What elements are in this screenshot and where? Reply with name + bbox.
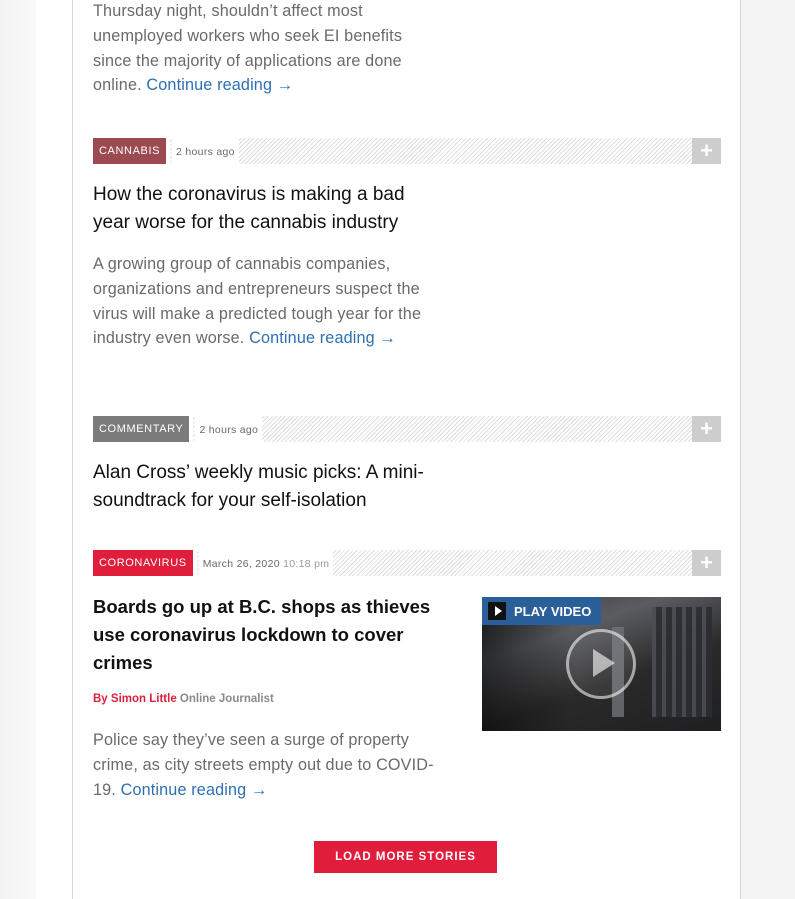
story-excerpt: Thursday night, shouldn’t affect most un…: [93, 2, 403, 95]
story-byline: By Simon Little Online Journalist: [93, 693, 274, 705]
continue-reading-link[interactable]: Continue reading →: [249, 329, 396, 347]
play-video-button[interactable]: PLAY VIDEO: [482, 597, 602, 625]
play-icon: [488, 602, 506, 620]
play-video-label: PLAY VIDEO: [514, 603, 592, 619]
byline-prefix: By: [93, 693, 108, 705]
author-link[interactable]: Simon Little: [111, 693, 177, 705]
continue-reading-link[interactable]: Continue reading →: [121, 781, 268, 799]
story-meta-bar: Coronavirus March 26, 2020 10:18 pm +: [93, 550, 721, 576]
author-role: Online Journalist: [179, 693, 274, 705]
story-headline[interactable]: Alan Cross’ weekly music picks: A mini-s…: [93, 459, 443, 515]
story-headline[interactable]: Boards go up at B.C. shops as thieves us…: [93, 593, 453, 677]
video-thumbnail[interactable]: PLAY VIDEO: [482, 597, 721, 731]
expand-plus-button[interactable]: +: [692, 416, 721, 442]
story-timestamp: March 26, 2020 10:18 pm: [198, 550, 334, 576]
load-more-stories-button[interactable]: Load more stories: [314, 841, 497, 873]
story-clock: 10:18 pm: [283, 558, 330, 570]
story-ei-benefits: Thursday night, shouldn’t affect most un…: [93, 0, 721, 98]
story-meta-bar: Commentary 2 hours ago +: [93, 416, 721, 442]
play-circle-icon[interactable]: [566, 629, 636, 699]
meta-hatch: 2 hours ago: [193, 416, 692, 442]
story-date: March 26, 2020: [202, 558, 280, 570]
page-gutter: [0, 0, 36, 899]
column-divider-left: [72, 0, 73, 899]
column-divider-right: [740, 0, 741, 899]
story-excerpt: Police say they’ve seen a surge of prope…: [93, 731, 434, 799]
expand-plus-button[interactable]: +: [692, 138, 721, 164]
meta-hatch: March 26, 2020 10:18 pm: [196, 550, 692, 576]
expand-plus-button[interactable]: +: [692, 550, 721, 576]
story-headline[interactable]: How the coronavirus is making a bad year…: [93, 181, 443, 237]
story-timestamp: 2 hours ago: [195, 416, 263, 442]
continue-reading-link[interactable]: Continue reading →: [146, 76, 293, 94]
category-tag-cannabis[interactable]: Cannabis: [93, 138, 167, 164]
meta-hatch: 2 hours ago: [170, 138, 692, 164]
story-timestamp: 2 hours ago: [172, 138, 239, 164]
story-meta-bar: Cannabis 2 hours ago +: [93, 138, 721, 164]
category-tag-coronavirus[interactable]: Coronavirus: [93, 550, 193, 576]
video-scene: [652, 607, 712, 717]
category-tag-commentary[interactable]: Commentary: [93, 416, 190, 442]
story-excerpt: A growing group of cannabis companies, o…: [93, 255, 422, 348]
